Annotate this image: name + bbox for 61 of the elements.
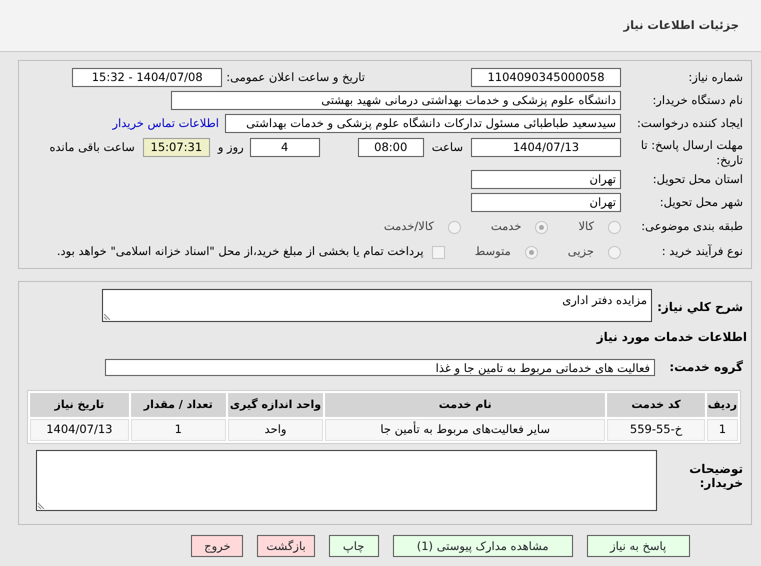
option-label: خدمت	[490, 218, 522, 236]
days-field: 4	[250, 138, 320, 157]
field-label: تاریخ و ساعت اعلان عمومی:	[226, 68, 365, 86]
city-field: تهران	[471, 193, 621, 212]
radio-button[interactable]	[524, 246, 538, 258]
option-label: متوسط	[474, 243, 511, 260]
table-cell: واحد	[228, 419, 324, 441]
column-header: ردیف	[706, 393, 738, 417]
field-label: استان محل تحویل:	[652, 170, 744, 188]
field-label: ایجاد کننده درخواست:	[636, 114, 744, 132]
field-label: گروه خدمت:	[668, 359, 744, 376]
action-button[interactable]: پاسخ به نیاز	[586, 535, 690, 557]
date-field: 1404/07/13	[471, 138, 621, 157]
payment-note: پرداخت تمام یا بخشی از مبلغ خرید،از محل "اسناد خزانه اسلامی" خواهد بود.	[56, 243, 424, 260]
resize-grip-icon[interactable]	[104, 313, 111, 320]
date-field: 1404/07/08 - 15:32	[72, 68, 222, 87]
contact-link[interactable]: اطلاعات تماس خریدار	[112, 114, 219, 132]
province-field: تهران	[471, 170, 621, 189]
page-title: جزئیات اطلاعات نیاز	[623, 16, 739, 34]
table-cell: 1404/07/13	[30, 419, 129, 441]
field-label: نام دستگاه خریدار:	[651, 92, 744, 109]
countdown-field: 15:07:31	[142, 138, 210, 157]
radio-button[interactable]	[608, 220, 621, 234]
field-label: شماره نیاز:	[687, 68, 744, 86]
option-label: جزیی	[568, 243, 594, 260]
requester-field: سیدسعید طباطبائی مسئول تدارکات دانشگاه علوم پزشکی و خدمات بهداشتی	[225, 114, 621, 133]
action-button[interactable]: چاپ	[328, 535, 379, 557]
column-header: تاریخ نیاز	[30, 393, 129, 417]
field-label: روز و	[218, 139, 244, 156]
field-label: شهر محل تحویل:	[658, 194, 744, 211]
checkbox[interactable]	[432, 246, 445, 258]
time-field: 08:00	[358, 138, 424, 157]
option-label: کالا	[578, 218, 594, 236]
field-label: ساعت باقی مانده	[50, 139, 135, 156]
description-field: مزایده دفتر اداری	[102, 289, 652, 322]
column-header: واحد اندازه گیری	[228, 393, 324, 417]
radio-button[interactable]	[535, 220, 548, 234]
action-button[interactable]: خروج	[191, 535, 244, 557]
column-header: تعداد / مقدار	[130, 393, 226, 417]
field-label: شرح کلي نياز:	[656, 299, 744, 316]
radio-button[interactable]	[448, 220, 461, 234]
field-label: نوع فرآیند خرید :	[660, 243, 744, 260]
radio-button[interactable]	[608, 246, 621, 258]
need-number-field: 1104090345000058	[471, 68, 621, 87]
option-label: کالا/خدمت	[384, 218, 434, 236]
table-cell: خ-55-559	[607, 419, 705, 441]
action-button[interactable]: بازگشت	[257, 535, 315, 557]
table-cell: سایر فعالیت‌های مربوط به تأمین جا	[325, 419, 606, 441]
column-header: کد خدمت	[607, 393, 705, 417]
column-header: نام خدمت	[325, 393, 606, 417]
table-cell: 1	[130, 419, 226, 441]
section-title: اطلاعات خدمات مورد نیاز	[596, 329, 747, 346]
service-group-field: فعالیت های خدماتی مربوط به تامین جا و غذا	[105, 358, 655, 376]
table-cell: 1	[706, 419, 738, 441]
field-label: مهلت ارسال پاسخ: تا تاریخ:	[640, 138, 744, 168]
buyer-org-field: دانشگاه علوم پزشکی و خدمات بهداشتی درمانی شهید بهشتی	[171, 91, 621, 110]
field-label: ساعت	[432, 139, 463, 156]
field-label: توضیحات خریدار:	[688, 461, 744, 490]
field-label: طبقه بندی موضوعی:	[640, 218, 744, 236]
action-button[interactable]: مشاهده مدارک پیوستی (1)	[392, 535, 573, 557]
resize-grip-icon[interactable]	[38, 502, 45, 509]
